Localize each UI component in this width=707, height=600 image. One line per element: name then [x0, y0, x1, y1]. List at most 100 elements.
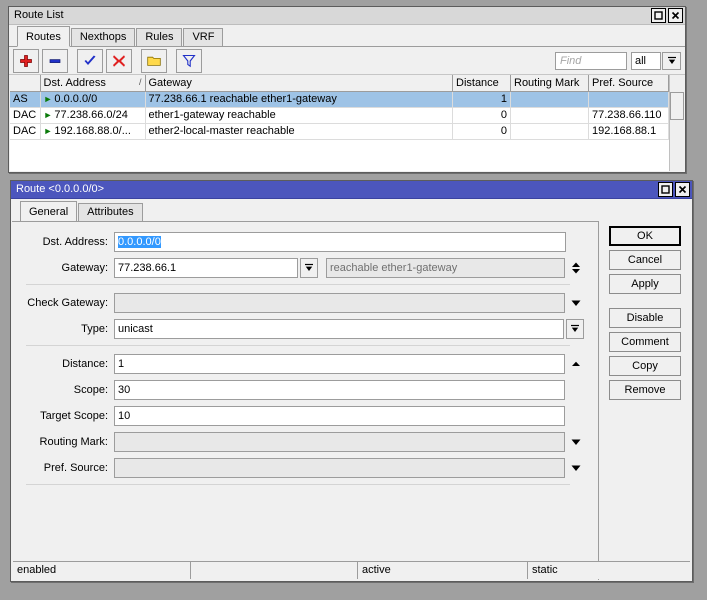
- field-pref-source: Pref. Source:: [12, 458, 584, 478]
- cell-gateway: ether1-gateway reachable: [145, 107, 453, 124]
- gateway-updown-icon[interactable]: [568, 258, 584, 278]
- tab-vrf[interactable]: VRF: [183, 28, 224, 46]
- route-dialog-body: General Attributes Dst. Address: 0.0.0.0…: [12, 199, 691, 580]
- cell-flags: AS: [10, 91, 41, 108]
- cell-gateway: 77.238.66.1 reachable ether1-gateway: [145, 91, 453, 108]
- dst-address-input[interactable]: 0.0.0.0/0: [114, 232, 566, 252]
- maximize-button[interactable]: [658, 182, 673, 197]
- routes-table: Dst. Address / Gateway Distance Routing …: [10, 75, 684, 140]
- status-enabled: enabled: [13, 562, 191, 579]
- check-gateway-dropdown-icon[interactable]: [568, 293, 584, 313]
- field-target-scope: Target Scope: 10: [12, 406, 584, 426]
- route-list-tabs: Routes Nexthops Rules VRF: [9, 25, 685, 47]
- cell-pref-source: [588, 91, 669, 108]
- route-dialog-titlebar[interactable]: Route <0.0.0.0/0>: [11, 181, 692, 199]
- target-scope-label: Target Scope:: [40, 410, 108, 422]
- tab-nexthops[interactable]: Nexthops: [70, 28, 136, 46]
- search-scope-dropdown-button[interactable]: [662, 51, 681, 70]
- table-header-row: Dst. Address / Gateway Distance Routing …: [10, 75, 684, 92]
- routing-mark-dropdown-icon[interactable]: [568, 432, 584, 452]
- comment-button[interactable]: Comment: [609, 332, 681, 352]
- field-separator: [26, 345, 570, 346]
- filter-button[interactable]: [176, 48, 202, 73]
- distance-input[interactable]: 1: [114, 354, 565, 374]
- routes-vertical-scrollbar[interactable]: [669, 75, 684, 171]
- gateway-input[interactable]: 77.238.66.1: [114, 258, 298, 278]
- field-scope: Scope: 30: [12, 380, 584, 400]
- route-list-title: Route List: [14, 9, 64, 21]
- pref-source-input[interactable]: [114, 458, 565, 478]
- disable-button[interactable]: [106, 48, 132, 73]
- pref-source-label: Pref. Source:: [43, 462, 108, 474]
- col-routing-mark[interactable]: Routing Mark: [510, 75, 589, 92]
- type-dropdown-button[interactable]: [566, 319, 584, 339]
- remove-button[interactable]: [42, 48, 68, 73]
- cell-dst-address: ► 77.238.66.0/24: [40, 107, 146, 124]
- ok-button[interactable]: OK: [609, 226, 681, 246]
- apply-button[interactable]: Apply: [609, 274, 681, 294]
- table-row[interactable]: AS ► 0.0.0.0/0 77.238.66.1 reachable ethe…: [10, 91, 684, 108]
- type-input[interactable]: unicast: [114, 319, 564, 339]
- distance-spinner-up-icon[interactable]: [568, 354, 584, 374]
- disable-button[interactable]: Disable: [609, 308, 681, 328]
- cell-distance: 0: [452, 107, 511, 124]
- col-flags[interactable]: [10, 75, 41, 92]
- cell-distance: 1: [452, 91, 511, 108]
- field-dst-address: Dst. Address: 0.0.0.0/0: [12, 232, 584, 252]
- cell-pref-source: 77.238.66.110: [588, 107, 669, 124]
- scope-input[interactable]: 30: [114, 380, 565, 400]
- remove-button[interactable]: Remove: [609, 380, 681, 400]
- check-gateway-label: Check Gateway:: [27, 297, 108, 309]
- route-list-toolbar: Find all: [9, 47, 685, 75]
- col-pref-source[interactable]: Pref. Source: [588, 75, 669, 92]
- gateway-dropdown-button[interactable]: [300, 258, 318, 278]
- search-scope-select[interactable]: all: [631, 51, 661, 70]
- tab-rules[interactable]: Rules: [136, 28, 183, 46]
- search-input[interactable]: Find: [555, 51, 627, 70]
- field-gateway: Gateway: 77.238.66.1 reachable ether1-ga…: [12, 258, 584, 278]
- routes-table-container: Dst. Address / Gateway Distance Routing …: [10, 75, 684, 171]
- field-separator: [26, 284, 570, 285]
- scope-label: Scope:: [73, 384, 108, 396]
- route-dialog-statusbar: enabled active static: [13, 561, 690, 579]
- gateway-label: Gateway:: [61, 262, 108, 274]
- status-static: static: [532, 564, 558, 576]
- route-dialog-window-controls: [658, 182, 690, 197]
- close-button[interactable]: [668, 8, 683, 23]
- tab-general[interactable]: General: [20, 201, 78, 222]
- pref-source-dropdown-icon[interactable]: [568, 458, 584, 478]
- col-dst-address[interactable]: Dst. Address /: [40, 75, 146, 92]
- col-gateway[interactable]: Gateway: [145, 75, 453, 92]
- cell-flags: DAC: [10, 107, 41, 124]
- table-row[interactable]: DAC ► 192.168.88.0/... ether2-local-maste…: [10, 123, 684, 140]
- field-check-gateway: Check Gateway:: [12, 293, 584, 313]
- cell-dst-address: ► 0.0.0.0/0: [40, 91, 146, 108]
- target-scope-input[interactable]: 10: [114, 406, 565, 426]
- check-gateway-input[interactable]: [114, 293, 565, 313]
- cell-routing-mark: [510, 91, 589, 108]
- sort-indicator: /: [138, 76, 142, 87]
- type-label: Type:: [81, 323, 108, 335]
- maximize-button[interactable]: [651, 8, 666, 23]
- route-list-titlebar[interactable]: Route List: [9, 7, 685, 25]
- comment-button[interactable]: [141, 48, 167, 73]
- copy-button[interactable]: Copy: [609, 356, 681, 376]
- tab-routes[interactable]: Routes: [17, 26, 70, 47]
- field-routing-mark: Routing Mark:: [12, 432, 584, 452]
- enable-button[interactable]: [77, 48, 103, 73]
- tab-attributes[interactable]: Attributes: [78, 203, 143, 221]
- routing-mark-input[interactable]: [114, 432, 565, 452]
- route-list-window-controls: [651, 8, 683, 23]
- field-separator: [26, 484, 570, 485]
- scrollbar-thumb[interactable]: [670, 92, 684, 120]
- route-active-icon: ►: [43, 126, 53, 136]
- col-distance[interactable]: Distance: [452, 75, 511, 92]
- status-empty: [191, 562, 358, 579]
- table-row[interactable]: DAC ► 77.238.66.0/24 ether1-gateway reach…: [10, 107, 684, 124]
- cell-dst-address: ► 192.168.88.0/...: [40, 123, 146, 140]
- close-button[interactable]: [675, 182, 690, 197]
- cell-routing-mark: [510, 123, 589, 140]
- add-button[interactable]: [13, 48, 39, 73]
- routing-mark-label: Routing Mark:: [39, 436, 108, 448]
- cancel-button[interactable]: Cancel: [609, 250, 681, 270]
